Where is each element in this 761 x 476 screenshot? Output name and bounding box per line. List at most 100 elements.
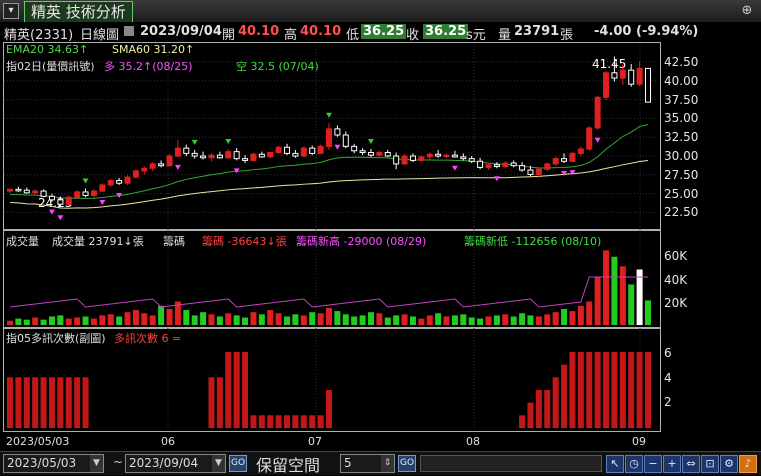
volume-bar bbox=[594, 277, 601, 325]
volume-bar bbox=[401, 314, 408, 325]
volume-bar bbox=[619, 266, 626, 325]
candle-body bbox=[74, 191, 81, 198]
go-button[interactable]: GO bbox=[229, 455, 247, 472]
end-date-input[interactable]: 2023/09/04 ▼ bbox=[125, 454, 226, 473]
volume-bar bbox=[393, 315, 400, 325]
volume-bar bbox=[183, 310, 190, 325]
candle-body bbox=[124, 176, 131, 184]
candle-body bbox=[451, 154, 458, 158]
candle-body bbox=[619, 69, 626, 79]
signal-count-bar bbox=[65, 377, 72, 428]
date-range-separator: ~ bbox=[113, 455, 124, 469]
candle-body bbox=[569, 152, 576, 162]
candle-body bbox=[141, 167, 148, 172]
signal-count-bar bbox=[603, 352, 610, 428]
scrollbar[interactable] bbox=[420, 455, 602, 472]
signal-count-bar bbox=[284, 415, 291, 428]
candle-body bbox=[577, 148, 584, 154]
volume-bar bbox=[99, 315, 106, 325]
volume-bar bbox=[216, 316, 223, 325]
candle-body bbox=[200, 155, 207, 159]
plus-icon[interactable]: + bbox=[663, 455, 681, 473]
short-signal-arrow bbox=[82, 178, 89, 184]
candle-body bbox=[645, 67, 651, 103]
volume-bar bbox=[485, 316, 492, 325]
arrow-up-left-icon[interactable]: ↖ bbox=[606, 455, 624, 473]
reserve-space-input[interactable]: 5 ⇕ bbox=[340, 454, 395, 473]
candle-body bbox=[359, 150, 366, 154]
volume-bar bbox=[510, 316, 517, 325]
volume-bar bbox=[284, 316, 291, 325]
candle-body bbox=[527, 169, 534, 175]
candle-body bbox=[351, 145, 358, 152]
candle-body bbox=[485, 164, 492, 168]
candle-body bbox=[611, 72, 618, 79]
short-signal-arrow bbox=[191, 139, 198, 145]
candle-body bbox=[561, 158, 568, 162]
volume-bar bbox=[552, 312, 559, 325]
long-signal-arrow bbox=[594, 137, 601, 143]
volume-bar bbox=[292, 314, 299, 325]
volume-bar bbox=[317, 313, 324, 325]
go-button-reserve[interactable]: GO bbox=[398, 455, 416, 472]
clock-icon[interactable]: ◷ bbox=[625, 455, 643, 473]
candle-body bbox=[267, 152, 274, 158]
expand-icon[interactable]: ⇔ bbox=[682, 455, 700, 473]
short-signal-arrow bbox=[367, 139, 374, 145]
volume-bar bbox=[149, 315, 156, 325]
volume-bar bbox=[519, 313, 526, 325]
candle-body bbox=[477, 160, 484, 168]
chevron-down-icon[interactable]: ▼ bbox=[212, 455, 225, 472]
candle-body bbox=[225, 151, 232, 159]
signal-count-bar bbox=[48, 377, 55, 428]
start-date-input[interactable]: 2023/05/03 ▼ bbox=[3, 454, 104, 473]
app-window: ▾ 精英 技術分析 ⊕ 精英(2331) 日線圖 2023/09/04 開 40… bbox=[0, 0, 761, 475]
minus-icon[interactable]: − bbox=[644, 455, 662, 473]
volume-bar bbox=[611, 256, 618, 325]
candle-body bbox=[149, 163, 156, 169]
long-signal-arrow bbox=[174, 164, 181, 170]
signal-count-bar bbox=[586, 352, 593, 428]
stepper-icon[interactable]: ⇕ bbox=[381, 455, 394, 472]
candle-body bbox=[552, 158, 559, 165]
candle-body bbox=[40, 190, 47, 197]
candle-body bbox=[435, 153, 442, 157]
signal-count-bar bbox=[527, 402, 534, 428]
volume-bar bbox=[141, 313, 148, 325]
end-date-value: 2023/09/04 bbox=[129, 456, 199, 470]
volume-bar bbox=[74, 317, 81, 325]
signal-count-bar bbox=[561, 364, 568, 428]
signal-count-bar bbox=[636, 352, 643, 428]
bell-icon[interactable]: ♪ bbox=[739, 455, 757, 473]
target-icon[interactable]: ⊡ bbox=[701, 455, 719, 473]
volume-bar bbox=[603, 250, 610, 325]
volume-bar bbox=[15, 318, 22, 325]
candle-body bbox=[166, 155, 173, 167]
signal-count-bar bbox=[317, 415, 324, 428]
chevron-down-icon[interactable]: ▼ bbox=[90, 455, 103, 472]
candle-body bbox=[292, 152, 299, 157]
candle-body bbox=[468, 158, 475, 162]
candle-body bbox=[57, 199, 64, 205]
candle-body bbox=[393, 155, 400, 165]
long-signal-arrow bbox=[451, 165, 458, 171]
settings-icon[interactable]: ⚙ bbox=[720, 455, 738, 473]
signal-count-bar bbox=[242, 352, 249, 428]
signal-count-bar bbox=[519, 415, 526, 428]
candle-body bbox=[284, 146, 291, 154]
candle-body bbox=[158, 163, 165, 167]
reserve-space-value: 5 bbox=[344, 456, 352, 470]
volume-bar bbox=[90, 318, 97, 325]
volume-bar bbox=[275, 313, 282, 325]
volume-bar bbox=[342, 314, 349, 325]
volume-bar bbox=[451, 315, 458, 325]
volume-bar bbox=[132, 310, 139, 325]
start-date-value: 2023/05/03 bbox=[7, 456, 77, 470]
candle-body bbox=[107, 180, 114, 186]
long-signal-arrow bbox=[57, 215, 64, 221]
candle-body bbox=[544, 163, 551, 170]
volume-bar bbox=[409, 316, 416, 325]
volume-bar bbox=[82, 316, 89, 325]
volume-bar bbox=[57, 315, 64, 325]
signal-count-bar bbox=[32, 377, 39, 428]
